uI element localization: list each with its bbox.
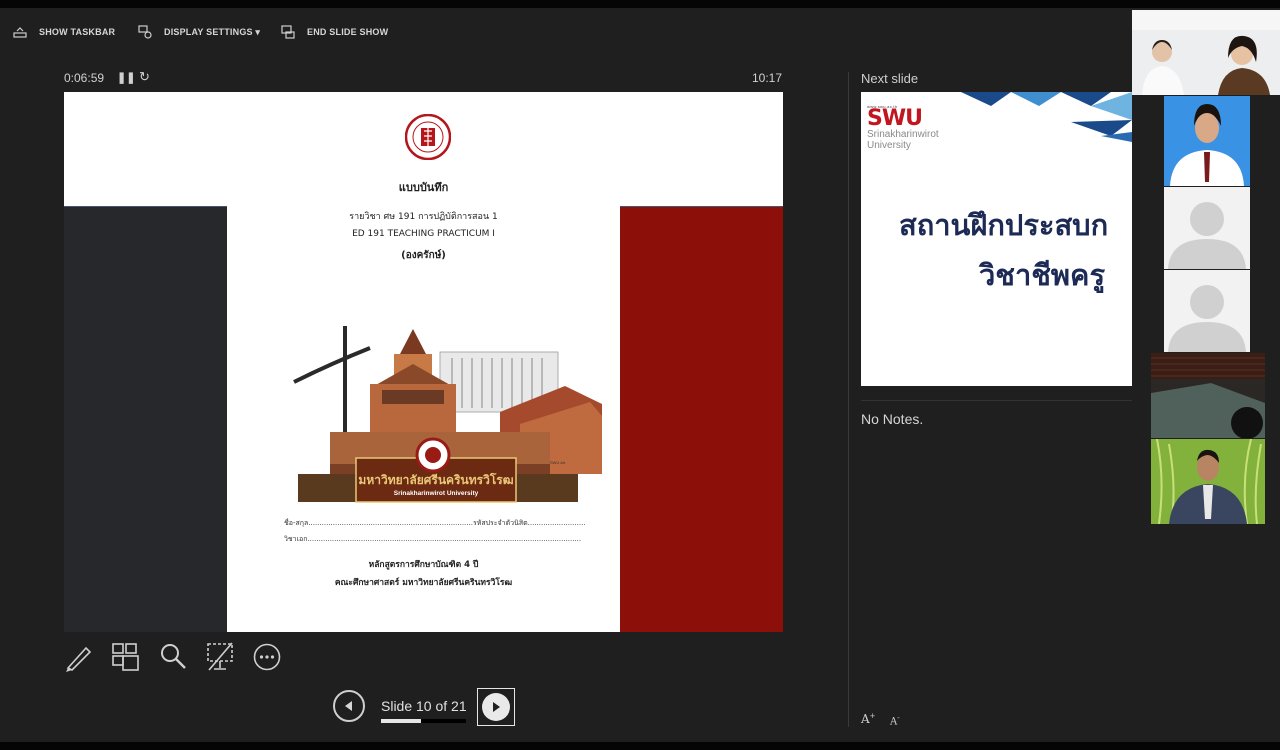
slide-course-line: รายวิชา ศษ 191 การปฏิบัติการสอน 1 [349, 212, 498, 222]
pane-divider[interactable] [848, 72, 849, 727]
swu-logo-university: Srinakharinwirot [867, 129, 939, 140]
restart-timer-icon[interactable]: ↻ [139, 69, 150, 85]
slide-footer-line2: คณะศึกษาศาสตร์ มหาวิทยาลัยศรีนครินทรวิโร… [334, 578, 513, 588]
avatar-placeholder-icon [1168, 202, 1246, 269]
end-show-icon [281, 25, 295, 39]
previous-arrow-icon [345, 701, 352, 711]
display-settings-label: DISPLAY SETTINGS ▾ [164, 26, 261, 37]
university-building-illustration: มหาวิทยาลัยศรีนครินทรวิโรฒ Srinakharinwi… [293, 326, 602, 503]
window-top-edge [0, 0, 1280, 8]
next-slide-preview[interactable]: www.swu.ac.th SWU Srinakharinwirot Unive… [861, 92, 1132, 386]
participant-video-hosts [1132, 10, 1280, 95]
slide-course-code: ED 191 TEACHING PRACTICUM I [352, 229, 495, 239]
slide-progress-bar [381, 719, 466, 723]
increase-font-label: A [861, 712, 870, 726]
decorative-triangles [961, 92, 1132, 142]
zoom-icon[interactable] [158, 640, 188, 674]
slide-title: แบบบันทึก [398, 181, 449, 194]
slide-campus: (องครักษ์) [401, 250, 446, 261]
current-time: 10:17 [752, 71, 783, 85]
slide-left-panel [64, 206, 227, 632]
previous-slide-button[interactable] [333, 690, 365, 722]
taskbar-icon [13, 27, 27, 38]
next-arrow-icon [493, 702, 500, 712]
video-tile-participant-4[interactable] [1164, 270, 1250, 352]
presenter-view: SHOW TASKBAR DISPLAY SETTINGS ▾ END SLID… [0, 0, 1280, 750]
swu-logo-university-2: University [867, 140, 911, 151]
video-tile-participant-2[interactable] [1164, 96, 1250, 186]
next-slide-label: Next slide [861, 71, 919, 86]
display-settings-icon [138, 25, 152, 39]
participant-video-man [1151, 439, 1265, 524]
end-slide-show-button[interactable]: END SLIDE SHOW [281, 20, 388, 44]
notes-separator [861, 400, 1132, 401]
show-taskbar-label: SHOW TASKBAR [39, 27, 116, 37]
slide-footer-line1: หลักสูตรการศึกษาบัณฑิต 4 ปี [368, 560, 479, 570]
swu-logo: www.swu.ac.th SWU Srinakharinwirot Unive… [867, 104, 939, 151]
form-field-major: วิชาเอก.................................… [284, 535, 582, 543]
more-options-icon[interactable] [252, 640, 282, 674]
presenter-toolbar: SHOW TASKBAR DISPLAY SETTINGS ▾ END SLID… [0, 20, 1120, 44]
increase-font-button[interactable]: A+ [861, 712, 876, 726]
avatar-placeholder-icon [1168, 285, 1246, 352]
swu-logo-text: SWU [867, 106, 923, 131]
decrease-font-button[interactable]: A- [890, 714, 900, 727]
show-taskbar-button[interactable]: SHOW TASKBAR [13, 20, 115, 44]
black-screen-icon[interactable] [205, 640, 235, 674]
illustration-credit: SWU Art [550, 460, 566, 465]
video-tile-participant-5[interactable] [1151, 353, 1265, 438]
see-all-slides-icon[interactable] [110, 640, 140, 674]
pen-icon[interactable] [64, 640, 94, 674]
next-slide-title-line1: สถานฝึกประสบก [899, 208, 1109, 242]
slide-counter[interactable]: Slide 10 of 21 [381, 698, 467, 714]
display-settings-button[interactable]: DISPLAY SETTINGS ▾ [138, 20, 260, 44]
illustration-english-text: Srinakharinwirot University [394, 490, 479, 497]
elapsed-timer: 0:06:59 [64, 71, 105, 85]
video-tile-hosts[interactable] [1132, 10, 1280, 95]
pause-timer-icon[interactable]: ❚❚ [117, 71, 135, 84]
form-field-name: ชื่อ-สกุล...............................… [284, 519, 586, 527]
participant-video-room [1151, 353, 1265, 438]
video-tile-participant-3[interactable] [1164, 187, 1250, 269]
illustration-thai-text: มหาวิทยาลัยศรีนครินทรวิโรฒ [358, 472, 513, 487]
next-button-circle [482, 693, 510, 721]
end-slide-show-label: END SLIDE SHOW [307, 27, 389, 37]
video-tile-participant-6[interactable] [1151, 439, 1265, 524]
slide-right-panel [620, 206, 783, 632]
next-slide-button[interactable] [477, 688, 515, 726]
next-slide-title-line2: วิชาชีพครู [979, 258, 1106, 292]
participant-video-student [1164, 96, 1250, 186]
university-seal-icon [405, 114, 451, 160]
slide-progress-fill [381, 719, 422, 723]
current-slide: แบบบันทึก รายวิชา ศษ 191 การปฏิบัติการสอ… [64, 92, 783, 632]
speaker-notes[interactable]: No Notes. [861, 411, 923, 427]
window-bottom-edge [0, 742, 1280, 750]
